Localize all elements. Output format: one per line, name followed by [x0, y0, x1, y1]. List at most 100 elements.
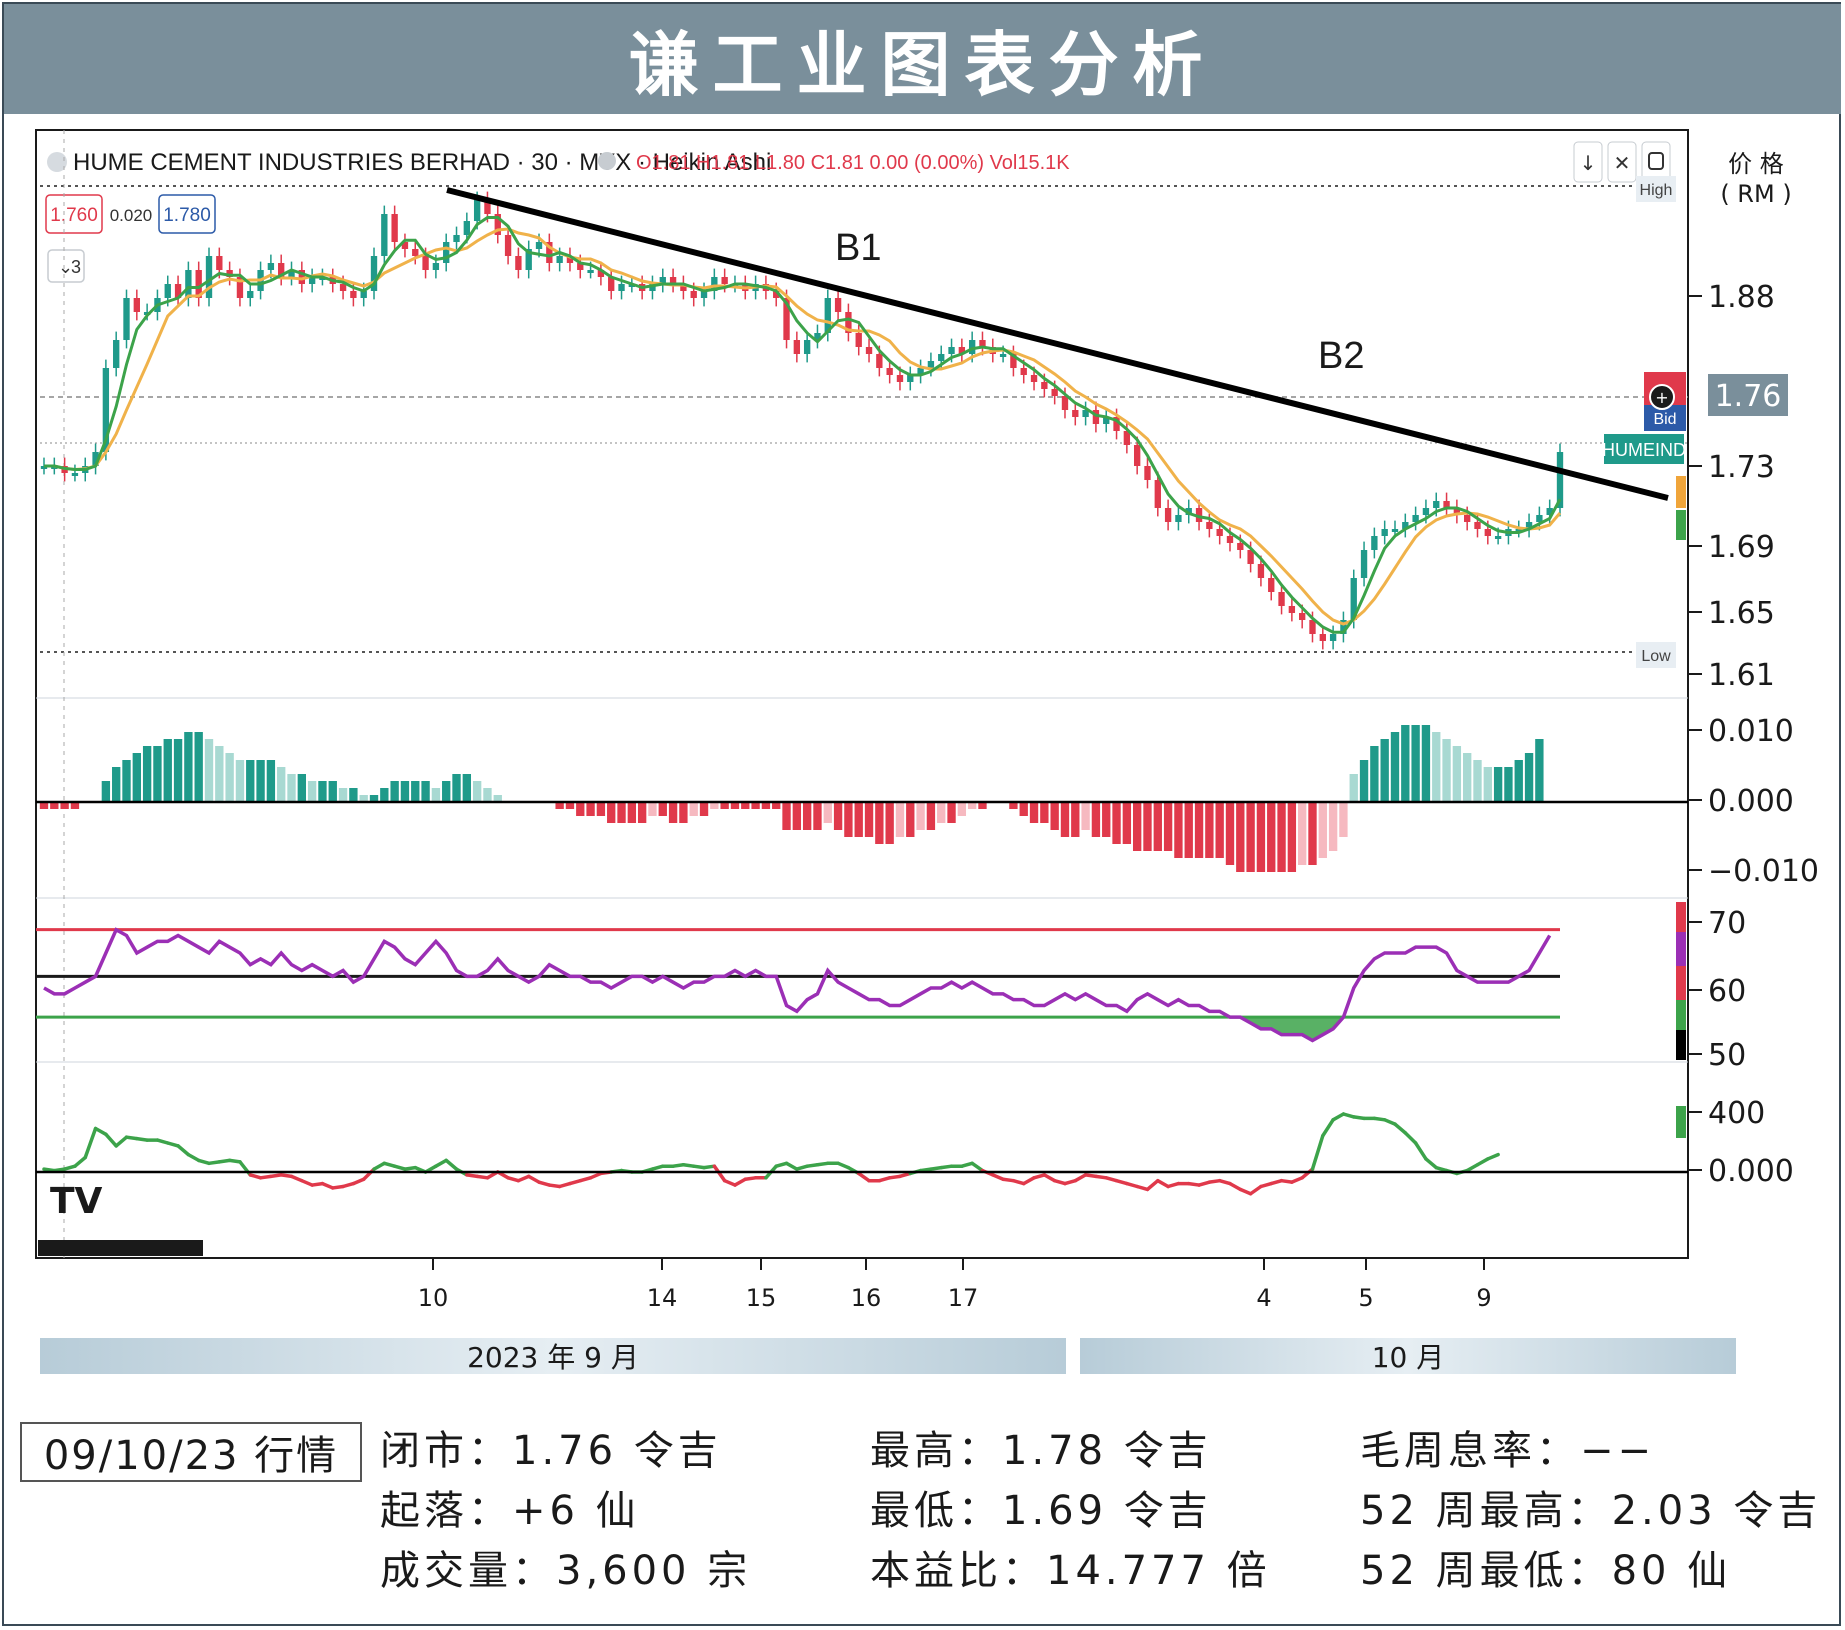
momentum-bar	[235, 760, 245, 802]
momentum-bar	[400, 781, 410, 802]
candle-body	[1072, 410, 1079, 417]
momentum-bar	[472, 781, 482, 802]
momentum-bar	[194, 732, 203, 802]
candle-body	[1226, 536, 1234, 543]
status-dot-icon	[598, 152, 616, 170]
candle-body	[247, 291, 254, 298]
momentum-bar	[1174, 802, 1183, 858]
candle-body	[1216, 529, 1223, 536]
download-button[interactable]: ↓	[1573, 141, 1603, 183]
candle-body	[123, 298, 130, 340]
day-low: 最低：1.69 令吉	[870, 1488, 1212, 1534]
momentum-bar	[215, 746, 224, 802]
candle-body	[1474, 522, 1481, 529]
candle-body	[927, 361, 935, 368]
momentum-bar	[689, 802, 698, 816]
momentum-bar	[1029, 802, 1039, 823]
pe-ratio: 本益比：14.777 倍	[870, 1548, 1271, 1594]
candle-body	[876, 354, 883, 368]
momentum-bar	[1359, 760, 1369, 802]
time-scrollbar[interactable]	[38, 1240, 203, 1256]
candle-body	[886, 368, 893, 375]
momentum-bar	[926, 802, 936, 830]
momentum-bar	[1236, 802, 1245, 872]
momentum-bar	[1483, 767, 1492, 802]
momentum-bar	[792, 802, 802, 830]
momentum-bar	[627, 802, 637, 823]
momentum-bar	[483, 788, 492, 802]
candle-body	[1288, 606, 1296, 613]
add-alert-button[interactable]: +	[1649, 384, 1675, 410]
x-tick-label: 10	[418, 1284, 449, 1312]
candle-body	[999, 354, 1007, 357]
momentum-bar	[173, 739, 183, 802]
y-tick-label: −0.010	[1708, 854, 1819, 889]
y-tick-label: 70	[1708, 906, 1746, 941]
candle-body	[1175, 515, 1182, 522]
candle-body	[721, 277, 728, 284]
y-tick-label: 0.000	[1708, 1154, 1794, 1189]
osc-marker-purple	[1676, 932, 1686, 966]
week52-high: 52 周最高：2.03 令吉	[1360, 1488, 1822, 1534]
momentum-bar	[1401, 725, 1410, 802]
momentum-bar	[1380, 739, 1389, 802]
momentum-bar	[607, 802, 616, 823]
momentum-bar	[225, 753, 234, 802]
bid-tag: Bid	[1653, 411, 1676, 428]
y-axis: 1.88 1.73 1.69 1.65 1.61 0.010 0.000 −0.010 70 60…	[1688, 280, 1819, 1189]
chart-canvas: HUME CEMENT INDUSTRIES BERHAD · 30 · MYX…	[35, 129, 1819, 1374]
candle-body	[865, 347, 873, 354]
candle-body	[1422, 508, 1430, 515]
momentum-bar	[1349, 774, 1358, 802]
candle-body	[855, 333, 862, 347]
sell-price: 1.760	[50, 205, 98, 226]
momentum-bar	[586, 802, 595, 816]
buy-button[interactable]: 1.780	[158, 194, 216, 234]
momentum-bar	[813, 802, 822, 830]
y-axis-title-line1: 价 格	[1728, 150, 1784, 178]
momentum-bar	[277, 767, 286, 802]
month-label-october: 10 月	[1372, 1341, 1445, 1374]
osc-marker-red-2	[1676, 966, 1686, 1000]
momentum-bar	[328, 781, 337, 802]
momentum-bar	[1524, 753, 1534, 802]
indicator-toggle-button[interactable]: ⌄ 3	[47, 249, 85, 283]
candle-body	[1041, 382, 1048, 389]
candle-body	[443, 242, 450, 263]
candle-body	[1464, 515, 1471, 522]
chart-area	[35, 129, 1689, 1259]
momentum-bar	[833, 802, 843, 830]
candle-body	[618, 284, 625, 291]
tradingview-logo-icon: TV	[50, 1181, 103, 1222]
momentum-bar	[637, 802, 647, 823]
momentum-bar	[875, 802, 884, 844]
momentum-bar	[782, 802, 791, 830]
momentum-bar	[648, 802, 657, 816]
high-tag: High	[1640, 182, 1673, 199]
y-axis-title-line2: ( RM )	[1720, 180, 1791, 208]
momentum-bar	[1328, 802, 1338, 851]
momentum-bar	[163, 739, 172, 802]
candle-body	[1433, 501, 1440, 508]
sell-button[interactable]: 1.760	[45, 194, 103, 234]
momentum-bar	[1091, 802, 1101, 837]
candle-body	[535, 242, 543, 249]
momentum-bar	[1019, 802, 1028, 816]
momentum-bar	[1493, 767, 1503, 802]
candle-body	[690, 291, 697, 298]
momentum-bar	[442, 781, 451, 802]
collapse-button[interactable]: ✕	[1607, 141, 1637, 183]
candle-body	[1237, 543, 1244, 550]
candle-body	[1360, 550, 1368, 578]
momentum-bar	[101, 781, 111, 802]
x-tick-label: 4	[1256, 1284, 1271, 1312]
x-tick-label: 16	[851, 1284, 882, 1312]
momentum-bar	[112, 767, 121, 802]
momentum-bar	[1112, 802, 1121, 844]
candle-body	[948, 347, 955, 354]
y-tick-label: 1.73	[1708, 450, 1775, 485]
candle-body	[1494, 536, 1502, 539]
x-tick-label: 5	[1358, 1284, 1373, 1312]
momentum-bar	[1535, 739, 1544, 802]
candle-body	[834, 298, 842, 312]
